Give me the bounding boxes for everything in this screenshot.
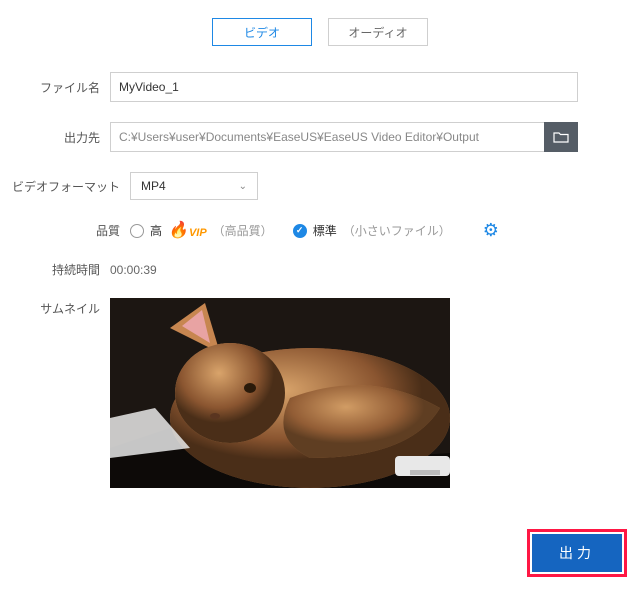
label-filename: ファイル名 xyxy=(0,79,110,96)
folder-icon xyxy=(553,131,569,143)
radio-unchecked-icon xyxy=(130,224,144,238)
filename-input[interactable] xyxy=(110,72,578,102)
chevron-down-icon: ⌄ xyxy=(239,181,247,192)
video-format-select[interactable]: MP4 ⌄ xyxy=(130,172,258,200)
duration-value: 00:00:39 xyxy=(110,263,157,277)
radio-checked-icon xyxy=(293,224,307,238)
export-button[interactable]: 出力 xyxy=(532,534,622,572)
vip-badge: 🔥 VIP xyxy=(168,223,207,239)
quality-high-suffix: （高品質） xyxy=(213,222,273,239)
gear-icon[interactable]: ⚙ xyxy=(483,220,499,241)
label-output-dir: 出力先 xyxy=(0,129,110,146)
tab-video[interactable]: ビデオ xyxy=(212,18,312,46)
tab-video-label: ビデオ xyxy=(244,24,280,41)
output-dir-input[interactable] xyxy=(110,122,545,152)
quality-high-radio[interactable]: 高 🔥 VIP （高品質） xyxy=(130,222,273,239)
vip-text: VIP xyxy=(189,228,207,239)
quality-standard-suffix: （小さいファイル） xyxy=(343,222,451,239)
label-duration: 持続時間 xyxy=(0,261,110,278)
label-video-format: ビデオフォーマット xyxy=(0,178,130,195)
flame-icon: 🔥 xyxy=(168,223,188,239)
browse-folder-button[interactable] xyxy=(544,122,578,152)
video-format-value: MP4 xyxy=(141,179,166,193)
quality-standard-label: 標準 xyxy=(313,222,337,239)
quality-high-label: 高 xyxy=(150,222,162,239)
label-quality: 品質 xyxy=(0,222,130,239)
export-button-label: 出力 xyxy=(559,543,595,563)
thumbnail-preview xyxy=(110,298,450,488)
quality-standard-radio[interactable]: 標準 （小さいファイル） xyxy=(293,222,451,239)
tab-audio-label: オーディオ xyxy=(348,24,407,41)
tab-audio[interactable]: オーディオ xyxy=(328,18,428,46)
label-thumbnail: サムネイル xyxy=(0,298,110,317)
